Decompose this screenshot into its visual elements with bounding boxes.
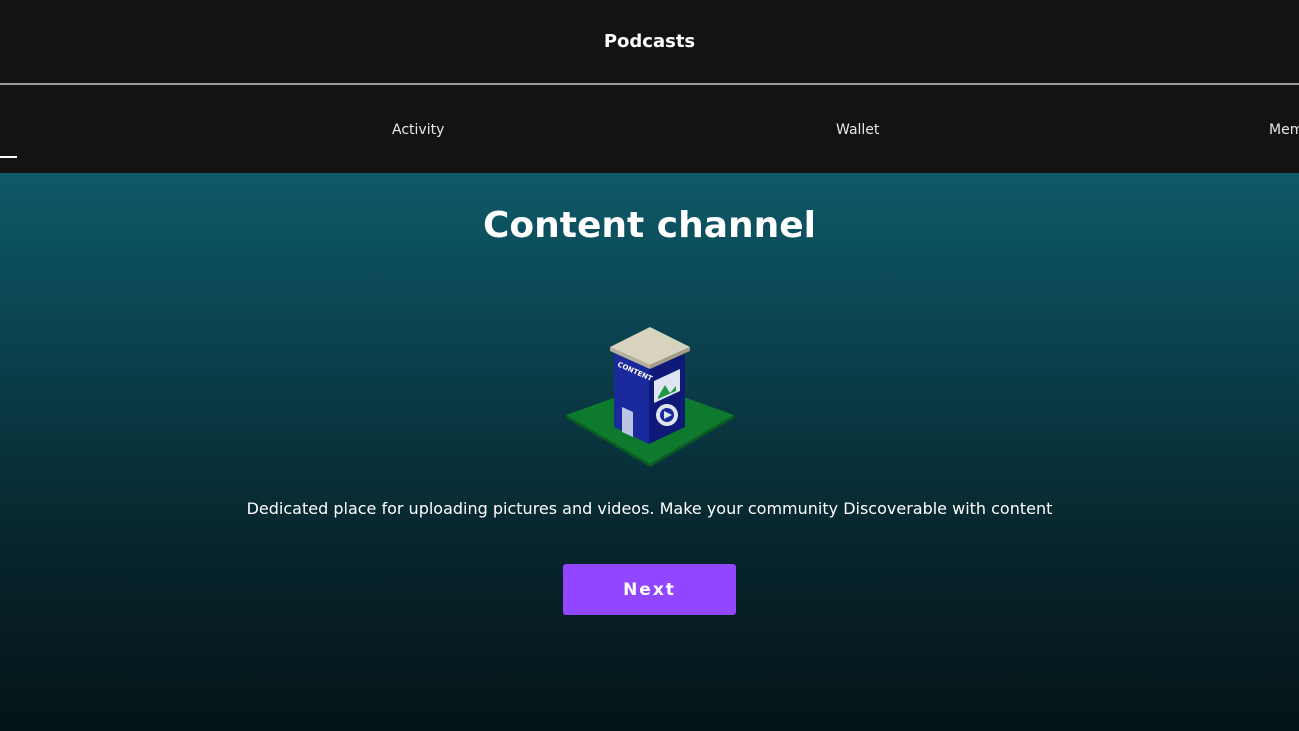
channel-description: Dedicated place for uploading pictures a… [246,499,1053,518]
next-button[interactable]: Next [563,564,736,615]
content-channel-heading: Content channel [482,205,817,246]
tab-bar: Activity Wallet Mem [0,87,1299,173]
top-header: Podcasts [0,0,1299,85]
onboarding-panel: Content channel CONTENT Dedicated place … [0,173,1299,731]
active-tab-indicator [0,156,17,158]
content-building-icon: CONTENT [564,323,736,468]
tab-wallet[interactable]: Wallet [836,122,879,138]
tab-members[interactable]: Mem [1269,122,1299,138]
tab-activity[interactable]: Activity [392,122,444,138]
page-title: Podcasts [603,31,696,52]
